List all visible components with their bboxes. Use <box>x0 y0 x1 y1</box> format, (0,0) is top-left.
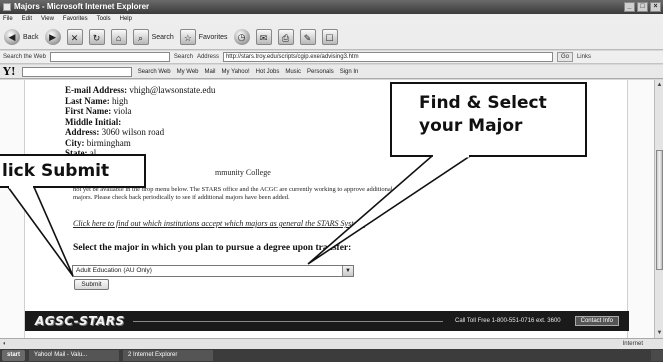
address-label-field: Address: <box>65 127 100 137</box>
yahoo-logo-icon[interactable]: Y! <box>3 65 16 79</box>
email-row: E-mail Address: vhigh@lawsonstate.edu <box>65 85 215 96</box>
favorites-label: Favorites <box>198 33 228 41</box>
major-dropdown[interactable]: Adult Education (AU Only) ▼ <box>72 265 354 277</box>
address-row: Address: 3060 wilson road <box>65 127 215 138</box>
scroll-up-icon[interactable]: ▲ <box>656 81 663 89</box>
window-title: Majors - Microsoft Internet Explorer <box>14 2 150 11</box>
click-submit-callout: lick Submit <box>0 154 146 188</box>
yahoo-mail[interactable]: Mail <box>205 65 216 79</box>
window-controls: _ □ × <box>624 2 661 12</box>
vertical-scrollbar[interactable]: ▲ ▼ <box>654 80 663 338</box>
menu-file[interactable]: File <box>3 14 13 25</box>
yahoo-sign-in[interactable]: Sign In <box>340 65 359 79</box>
email-label: E-mail Address: <box>65 85 128 95</box>
first-name-value: viola <box>113 106 132 116</box>
ie-icon <box>3 3 11 11</box>
yahoo-search-web-button[interactable]: Search Web <box>138 65 171 79</box>
yahoo-music[interactable]: Music <box>285 65 301 79</box>
system-clock <box>651 350 663 361</box>
back-button[interactable]: ◀ Back <box>4 29 39 45</box>
last-name-value: high <box>112 95 129 106</box>
start-button[interactable]: start <box>2 350 26 361</box>
submit-button[interactable]: Submit <box>74 279 109 290</box>
last-name-row: Last Name: high <box>65 96 215 107</box>
middle-initial-row: Middle Initial: <box>65 117 215 128</box>
home-icon[interactable]: ⌂ <box>110 29 127 45</box>
agsc-stars-logo: AGSC-STARS <box>35 314 125 328</box>
scroll-down-icon[interactable]: ▼ <box>656 329 663 337</box>
mail-icon[interactable]: ✉ <box>255 29 272 45</box>
standard-toolbar: ◀ Back ▶ ✕ ↻ ⌂ ⌕ Search ☆ Favorites ◷ ✉ … <box>0 25 663 50</box>
back-arrow-icon: ◀ <box>4 29 20 45</box>
minimize-button[interactable]: _ <box>624 2 635 12</box>
address-label: Address <box>196 53 219 60</box>
yahoo-hotjobs[interactable]: Hot Jobs <box>256 65 280 79</box>
college-name: mmunity College <box>215 168 271 177</box>
address-bar: Search the Web Search Address http://sta… <box>0 51 663 64</box>
menu-help[interactable]: Help <box>120 14 132 25</box>
chevron-down-icon[interactable]: ▼ <box>342 266 353 276</box>
footer-phone: Call Toll Free 1-800-551-0716 ext. 3600 <box>455 318 561 324</box>
menu-favorites[interactable]: Favorites <box>63 14 88 25</box>
search-label: Search <box>151 33 174 41</box>
first-name-row: First Name: viola <box>65 106 215 117</box>
edit-icon[interactable]: ✎ <box>299 29 316 45</box>
middle-initial-label: Middle Initial: <box>65 116 122 127</box>
availability-notice: not yet be available in the drop menu be… <box>73 186 393 201</box>
search-button[interactable]: ⌕ Search <box>132 29 174 45</box>
city-label: City: <box>65 137 85 148</box>
city-value: birmingham <box>86 137 131 148</box>
print-icon[interactable]: ⎙ <box>277 29 294 45</box>
discuss-icon[interactable]: ☐ <box>321 29 338 45</box>
first-name-label: First Name: <box>65 106 112 116</box>
footer-divider <box>132 320 444 322</box>
links-label[interactable]: Links <box>577 51 591 64</box>
taskbar: start Yahoo! Mail - Valu... 2 Internet E… <box>0 349 663 362</box>
status-done-icon: ◐ <box>3 341 7 347</box>
favorites-button[interactable]: ☆ Favorites <box>179 29 228 45</box>
maximize-button[interactable]: □ <box>637 2 648 12</box>
contact-info-button[interactable]: Contact Info <box>574 316 619 326</box>
taskbar-item-ie[interactable]: 2 Internet Explorer <box>123 350 214 361</box>
forward-button[interactable]: ▶ <box>44 29 61 45</box>
last-name-label: Last Name: <box>65 95 110 106</box>
scroll-thumb[interactable] <box>656 150 663 270</box>
history-icon[interactable]: ◷ <box>233 29 250 45</box>
menu-edit[interactable]: Edit <box>22 14 32 25</box>
address-value: 3060 wilson road <box>101 127 165 137</box>
web-search-button[interactable]: Search <box>174 51 193 64</box>
yahoo-my-yahoo[interactable]: My Yahoo! <box>222 65 250 79</box>
yahoo-search-input[interactable] <box>21 66 132 77</box>
major-select-label: Select the major in which you plan to pu… <box>73 243 352 253</box>
close-button[interactable]: × <box>650 2 661 12</box>
email-value: vhigh@lawsonstate.edu <box>129 85 216 95</box>
yahoo-toolbar: Y! Search Web My Web Mail My Yahoo! Hot … <box>0 65 663 79</box>
search-icon: ⌕ <box>132 29 149 45</box>
yahoo-my-web[interactable]: My Web <box>177 65 199 79</box>
star-icon: ☆ <box>179 29 196 45</box>
url-field[interactable]: http://stars.troy.edu/scripts/cgip.exe/a… <box>222 52 553 62</box>
go-button[interactable]: Go <box>556 52 573 62</box>
refresh-icon[interactable]: ↻ <box>88 29 105 45</box>
stop-icon[interactable]: ✕ <box>66 29 83 45</box>
taskbar-item-yahoo-mail[interactable]: Yahoo! Mail - Valu... <box>29 350 120 361</box>
menu-tools[interactable]: Tools <box>97 14 111 25</box>
student-info: E-mail Address: vhigh@lawsonstate.edu La… <box>65 85 215 159</box>
search-web-label: Search the Web <box>3 53 46 60</box>
zone-indicator: Internet <box>622 341 643 347</box>
menu-bar: File Edit View Favorites Tools Help <box>0 14 663 25</box>
major-selected-value: Adult Education (AU Only) <box>76 267 152 274</box>
find-major-callout: Find & Select your Major <box>390 82 587 157</box>
yahoo-personals[interactable]: Personals <box>307 65 334 79</box>
menu-view[interactable]: View <box>41 14 54 25</box>
institutions-link[interactable]: Click here to find out which institution… <box>73 219 403 229</box>
city-row: City: birmingham <box>65 138 215 149</box>
window-titlebar: Majors - Microsoft Internet Explorer _ □… <box>0 0 663 14</box>
site-footer: AGSC-STARS Call Toll Free 1-800-551-0716… <box>25 311 629 331</box>
back-label: Back <box>23 33 39 41</box>
web-search-input[interactable] <box>49 52 170 62</box>
status-bar: ◐ Internet <box>0 338 663 349</box>
